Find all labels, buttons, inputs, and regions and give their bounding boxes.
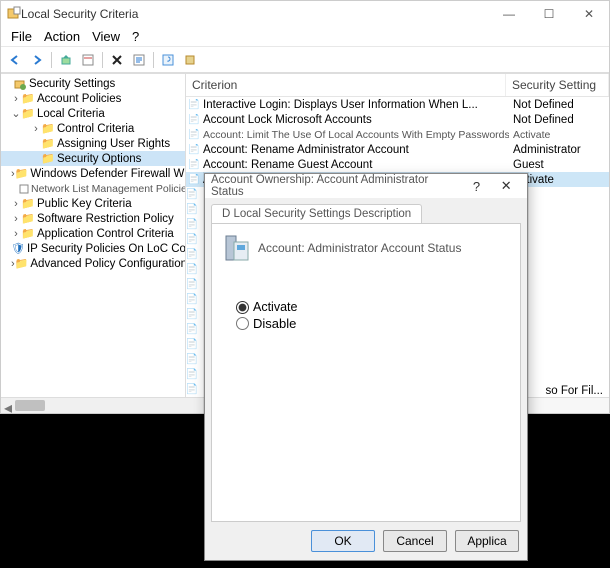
help-button[interactable]: [158, 50, 178, 70]
toolbar: [1, 47, 609, 73]
radio-activate-input[interactable]: [236, 301, 249, 314]
dialog-tab-description[interactable]: D Local Security Settings Description: [211, 204, 422, 223]
dialog-help-button[interactable]: ?: [462, 179, 492, 194]
tree-item-account-policies[interactable]: ›📁Account Policies: [1, 91, 185, 106]
dialog-footer: OK Cancel Applica: [205, 522, 527, 560]
tree-item-security-options[interactable]: 📁Security Options: [1, 151, 185, 166]
tree-pane[interactable]: Security Settings ›📁Account Policies ⌄📁L…: [1, 74, 186, 397]
radio-disable[interactable]: Disable: [236, 316, 512, 331]
back-button[interactable]: [5, 50, 25, 70]
column-header-setting[interactable]: Security Setting: [506, 74, 609, 96]
column-header-criterion[interactable]: Criterion: [186, 74, 506, 96]
ok-button[interactable]: OK: [311, 530, 375, 552]
properties-button[interactable]: [78, 50, 98, 70]
grid-row[interactable]: 📄Account: Rename Administrator AccountAd…: [186, 142, 609, 157]
tree-root-label: Security Settings: [29, 78, 115, 90]
properties-dialog: Account Ownership: Account Administrator…: [204, 173, 528, 561]
menu-action[interactable]: Action: [38, 29, 86, 44]
radio-activate[interactable]: Activate: [236, 300, 512, 314]
grid-header: Criterion Security Setting: [186, 74, 609, 97]
close-button[interactable]: ✕: [569, 1, 609, 27]
app-icon: [7, 6, 21, 23]
delete-button[interactable]: [107, 50, 127, 70]
tree-item-advanced-policy[interactable]: ›📁Advanced Policy Configuration: [1, 256, 185, 271]
up-button[interactable]: [56, 50, 76, 70]
titlebar: Local Security Criteria — ☐ ✕: [1, 1, 609, 27]
tree-root[interactable]: Security Settings: [1, 76, 185, 91]
grid-row[interactable]: 📄Account Lock Microsoft AccountsNot Defi…: [186, 112, 609, 127]
apply-button[interactable]: Applica: [455, 530, 519, 552]
tree-item-control-criteria[interactable]: ›📁Control Criteria: [1, 121, 185, 136]
menu-help[interactable]: ?: [126, 29, 145, 44]
tree-item-application-control[interactable]: ›📁Application Control Criteria: [1, 226, 185, 241]
tree-item-public-key[interactable]: ›📁Public Key Criteria: [1, 196, 185, 211]
grid-tail-text: so For Fil...: [545, 385, 603, 397]
tree-item-network-list[interactable]: Network List Management Policies: [1, 181, 185, 196]
grid-row[interactable]: 📄Account: Rename Guest AccountGuest: [186, 157, 609, 172]
tree-item-software-restriction[interactable]: ›📁Software Restriction Policy: [1, 211, 185, 226]
dialog-tabs: D Local Security Settings Description: [205, 198, 527, 223]
menu-file[interactable]: File: [5, 29, 38, 44]
dialog-titlebar: Account Ownership: Account Administrator…: [205, 174, 527, 198]
tree-item-local-criteria[interactable]: ⌄📁Local Criteria: [1, 106, 185, 121]
forward-button[interactable]: [27, 50, 47, 70]
server-icon: [220, 232, 252, 264]
dialog-header: Account: Administrator Account Status: [258, 241, 461, 255]
dialog-body: Account: Administrator Account Status Ac…: [211, 223, 521, 522]
menubar: File Action View ?: [1, 27, 609, 47]
cancel-button[interactable]: Cancel: [383, 530, 447, 552]
window-title: Local Security Criteria: [21, 7, 138, 21]
radio-disable-input[interactable]: [236, 317, 249, 330]
dialog-title: Account Ownership: Account Administrator…: [211, 174, 462, 198]
maximize-button[interactable]: ☐: [529, 1, 569, 27]
menu-view[interactable]: View: [86, 29, 126, 44]
grid-row[interactable]: 📄Interactive Login: Displays User Inform…: [186, 97, 609, 112]
refresh-button[interactable]: [129, 50, 149, 70]
tree-item-assigning-user-rights[interactable]: 📁Assigning User Rights: [1, 136, 185, 151]
tree-item-ip-security[interactable]: 🛡IP Security Policies On LoC Computers: [1, 241, 185, 256]
minimize-button[interactable]: —: [489, 1, 529, 27]
export-button[interactable]: [180, 50, 200, 70]
grid-row[interactable]: 📄Account: Limit The Use Of Local Account…: [186, 127, 609, 142]
tree-item-windows-defender[interactable]: ›📁Windows Defender Firewall With Secure: [1, 166, 185, 181]
dialog-close-button[interactable]: ✕: [491, 178, 521, 194]
